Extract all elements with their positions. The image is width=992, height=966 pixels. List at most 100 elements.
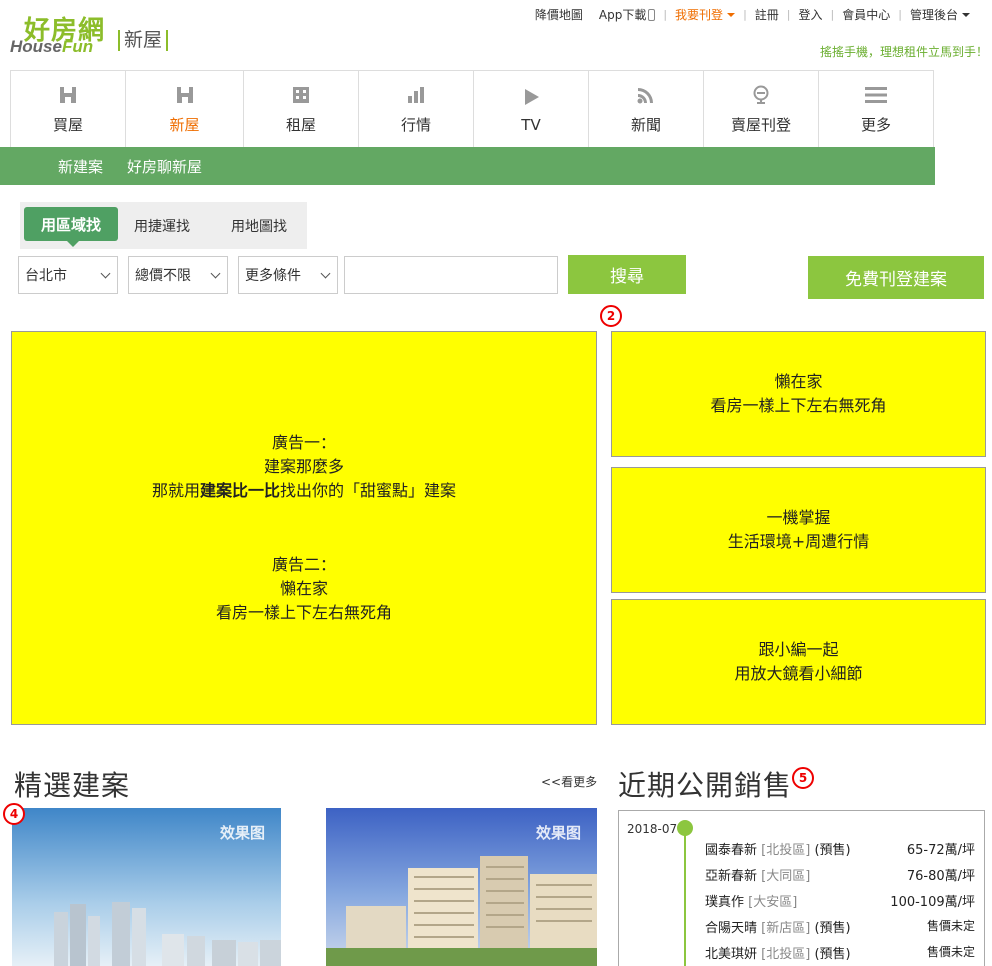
nav-item-label: 新聞 [630, 116, 661, 134]
annotation-marker-2: 2 [600, 305, 622, 327]
nav-item-rent[interactable]: 租屋 [243, 71, 358, 148]
ad-line1: 一機掌握 [766, 508, 831, 527]
price-select[interactable]: 總價不限 [128, 256, 228, 294]
project-price: 76-80萬/坪 [906, 869, 975, 884]
timeline-row[interactable]: 北美琪妍 [北投區] (預售) 售價未定 [705, 943, 975, 962]
nav-item-market[interactable]: 行情 [358, 71, 473, 148]
project-info: 北美琪妍 [北投區] (預售) [705, 947, 851, 962]
ad-line1: 懶在家 [774, 372, 823, 391]
nav-item-sell-post[interactable]: 賣屋刊登 [703, 71, 818, 148]
timeline-row[interactable]: 亞新春新 [大同區] 76-80萬/坪 [705, 865, 975, 884]
chevron-down-icon [210, 268, 221, 279]
timeline-date: 2018-07 [627, 822, 678, 836]
nav-item-tv[interactable]: TV [473, 71, 588, 148]
ad-banner-small-2[interactable]: 一機掌握 生活環境+周遭行情 [611, 467, 986, 593]
timeline-row[interactable]: 國泰春新 [北投區] (預售) 65-72萬/坪 [705, 839, 975, 858]
tab-by-map[interactable]: 用地圖找 [231, 216, 287, 236]
rendering-badge: 效果图 [535, 824, 581, 842]
annotation-marker-4: 4 [3, 803, 25, 825]
see-more-link[interactable]: <<看更多 [541, 773, 597, 790]
menu-icon [865, 84, 887, 106]
house-icon [174, 84, 196, 106]
main-nav: 買屋 新屋 租屋 行情 TV 新聞 賣屋刊登 更多 [10, 70, 934, 148]
ad-banner-small-3[interactable]: 跟小編一起 用放大鏡看小細節 [611, 599, 986, 725]
post-listing-dropdown[interactable]: 我要刊登 [667, 6, 743, 23]
nav-item-label: TV [521, 115, 541, 134]
sub-nav: 新建案 好房聊新屋 [0, 147, 935, 185]
recent-sales-timeline: 2018-07 國泰春新 [北投區] (預售) 65-72萬/坪 亞新春新 [大… [618, 810, 985, 966]
city-select[interactable]: 台北市 [18, 256, 118, 294]
project-price: 65-72萬/坪 [906, 843, 975, 858]
building-icon [290, 84, 312, 106]
recent-sales-title: 近期公開銷售 [618, 769, 793, 802]
timeline-row[interactable]: 璞真作 [大安區] 100-109萬/坪 [705, 891, 975, 910]
chevron-down-icon [320, 268, 331, 279]
top-links: 降價地圖 App下載 | 我要刊登 | 註冊 | 登入 | 會員中心 | 管理後… [527, 6, 978, 23]
rendering-badge: 效果图 [219, 824, 265, 842]
more-conditions-value: 更多條件 [245, 268, 301, 284]
member-center-link[interactable]: 會員中心 [834, 6, 898, 23]
caret-down-icon [727, 13, 736, 17]
logo-english-text: HouseFun [10, 37, 94, 56]
login-link[interactable]: 登入 [791, 6, 831, 23]
nav-item-label: 買屋 [52, 116, 83, 134]
nav-item-label: 行情 [400, 116, 431, 134]
tab-by-area[interactable]: 用區域找 [24, 207, 118, 247]
project-price: 100-109萬/坪 [890, 895, 975, 910]
nav-item-news[interactable]: 新聞 [588, 71, 703, 148]
app-download-link[interactable]: App下載 [591, 6, 663, 23]
nav-item-label: 更多 [860, 116, 891, 134]
featured-card-image-2[interactable]: 效果图 [326, 808, 597, 966]
ad-line2: 看房一樣上下左右無死角 [710, 396, 887, 415]
rss-icon [635, 84, 657, 106]
nav-item-new-house[interactable]: 新屋 [125, 71, 243, 148]
price-map-link[interactable]: 降價地圖 [527, 6, 591, 23]
nav-item-label: 租屋 [285, 116, 316, 134]
bar-chart-icon [405, 84, 427, 106]
admin-dropdown[interactable]: 管理後台 [902, 6, 978, 23]
price-select-value: 總價不限 [135, 268, 191, 284]
subnav-item-new-projects[interactable]: 新建案 [58, 156, 103, 177]
logo-section-label: 新屋 [118, 30, 169, 51]
ad-line2: 用放大鏡看小細節 [734, 664, 863, 683]
ad-line2: 生活環境+周遭行情 [727, 532, 870, 551]
timeline-row[interactable]: 合陽天晴 [新店區] (預售) 售價未定 [705, 917, 975, 936]
ad2-title: 廣告二： [271, 555, 336, 574]
project-price: 售價未定 [926, 945, 975, 959]
site-logo[interactable]: 好房網 HouseFun 新屋 [10, 10, 180, 60]
featured-card-image-1[interactable]: 效果图 [12, 808, 281, 966]
tab-by-mrt[interactable]: 用捷運找 [134, 216, 190, 236]
play-icon [520, 86, 542, 108]
ad-line1: 跟小編一起 [758, 640, 839, 659]
register-link[interactable]: 註冊 [747, 6, 787, 23]
chevron-down-icon [100, 268, 111, 279]
project-info: 國泰春新 [北投區] (預售) [705, 843, 851, 858]
ad2-line1: 懶在家 [279, 579, 328, 598]
featured-title: 精選建案 [14, 769, 131, 802]
search-tabs: 用區域找 用捷運找 用地圖找 [20, 202, 307, 249]
timeline-line [684, 831, 686, 966]
megaphone-icon [750, 84, 772, 106]
nav-item-label: 新屋 [169, 116, 200, 134]
free-post-project-button[interactable]: 免費刊登建案 [808, 256, 984, 299]
more-conditions-select[interactable]: 更多條件 [238, 256, 338, 294]
keyword-input[interactable] [344, 256, 558, 294]
subnav-item-talk[interactable]: 好房聊新屋 [127, 156, 202, 177]
caret-down-icon [962, 13, 970, 17]
nav-item-label: 賣屋刊登 [730, 116, 791, 134]
project-info: 亞新春新 [大同區] [705, 869, 811, 884]
annotation-marker-5: 5 [792, 767, 814, 789]
ad-banner-small-1[interactable]: 懶在家 看房一樣上下左右無死角 [611, 331, 986, 457]
nav-item-buy[interactable]: 買屋 [10, 71, 125, 148]
project-price: 售價未定 [926, 919, 975, 933]
phone-icon [648, 9, 656, 21]
timeline-dot [677, 820, 693, 836]
nav-item-more[interactable]: 更多 [818, 71, 934, 148]
ad1-line1: 建案那麼多 [263, 457, 344, 476]
tagline[interactable]: 搖搖手機，理想租件立馬到手！ [820, 43, 988, 60]
city-select-value: 台北市 [25, 268, 67, 284]
house-icon [57, 84, 79, 106]
search-button[interactable]: 搜尋 [568, 255, 686, 294]
ad-banner-large[interactable]: 廣告一： 建案那麼多 那就用建案比一比找出你的「甜蜜點」建案 廣告二： 懶在家 … [11, 331, 597, 725]
project-info: 璞真作 [大安區] [705, 895, 798, 910]
